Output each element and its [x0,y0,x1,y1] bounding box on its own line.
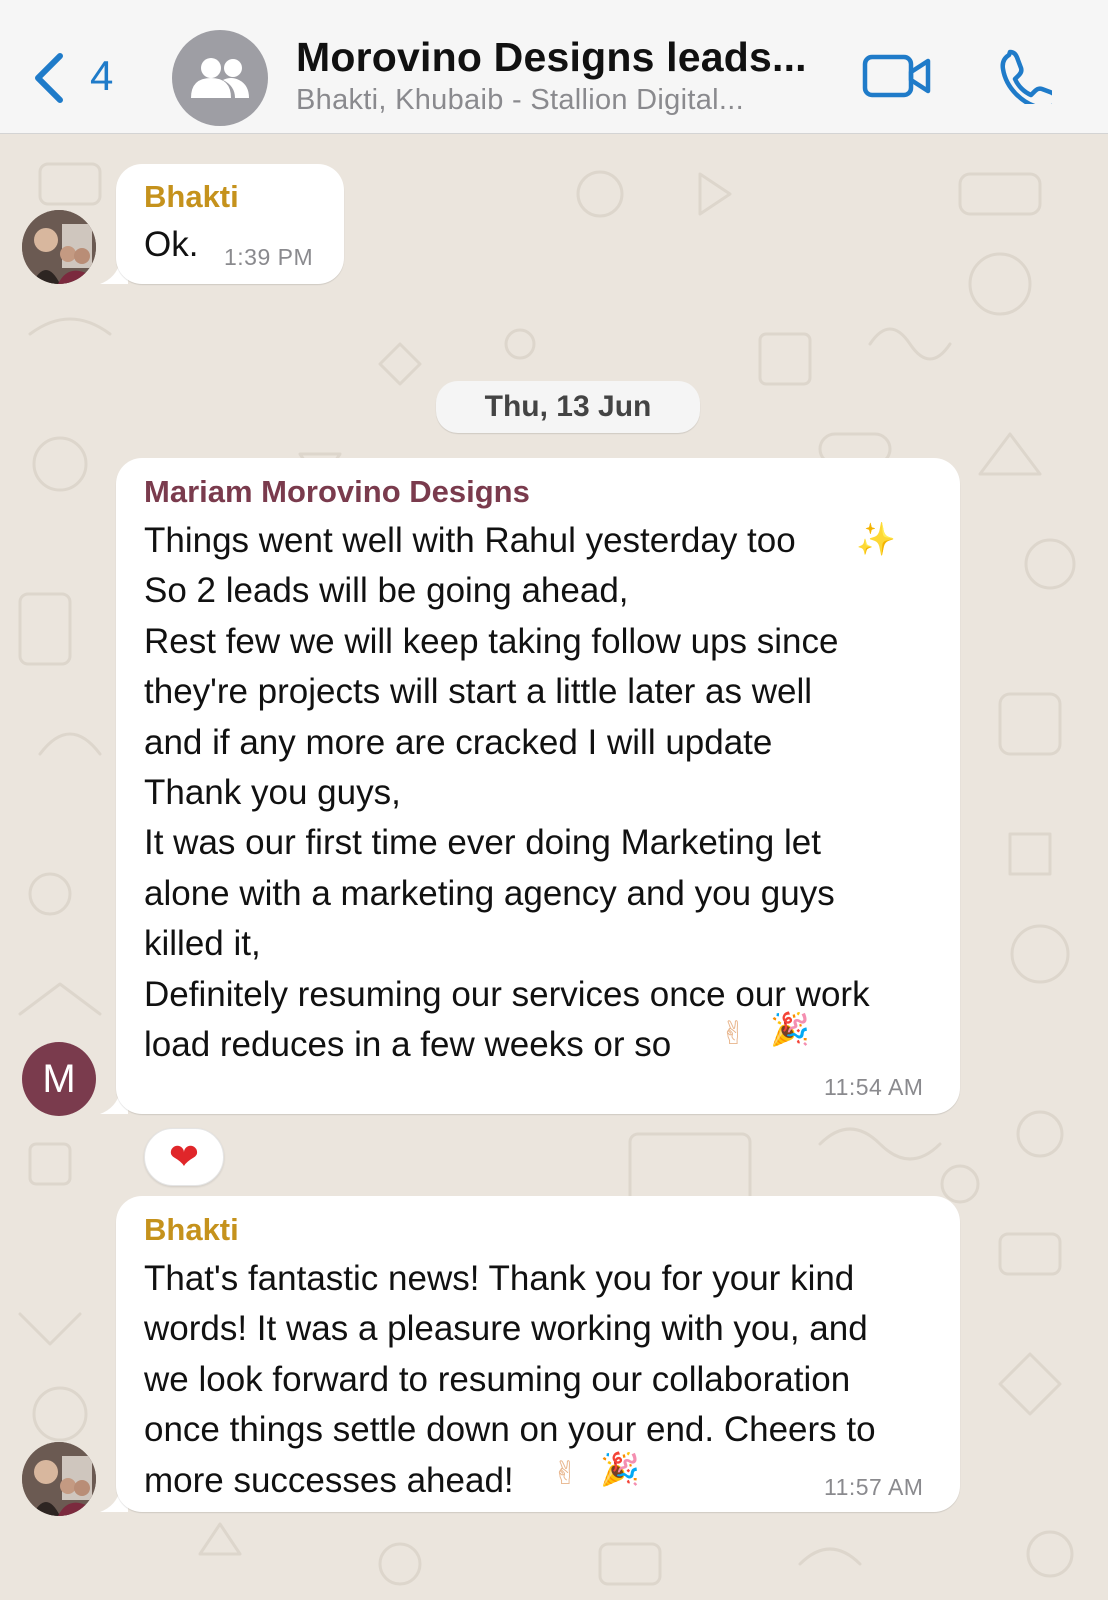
avatar-bhakti[interactable] [22,1442,96,1516]
group-photo-icon [22,1442,96,1516]
date-separator: Thu, 13 Jun [436,381,700,433]
message-bubble[interactable]: Bhakti That's fantastic news! Thank you … [116,1196,960,1512]
chat-title[interactable]: Morovino Designs leads... [296,34,807,81]
back-chevron-icon[interactable] [30,48,70,108]
peace-hand-emoji: ✌ [720,1014,747,1052]
chat-header: 4 Morovino Designs leads... Bhakti, Khub… [0,0,1108,134]
sparkles-emoji: ✨ [856,520,896,558]
heart-icon: ❤ [168,1136,200,1178]
avatar-mariam[interactable]: M [22,1042,96,1116]
phone-call-icon[interactable] [996,48,1052,104]
party-popper-emoji: 🎉 [600,1450,640,1488]
avatar-letter: M [42,1056,76,1101]
group-people-icon [191,58,249,98]
group-avatar[interactable] [172,30,268,126]
peace-hand-emoji: ✌ [552,1454,579,1492]
message-text: That's fantastic news! Thank you for you… [144,1259,876,1500]
unread-count[interactable]: 4 [90,52,113,100]
sender-name: Bhakti [144,179,239,214]
message-text: Ok. [144,225,199,264]
sender-name: Bhakti [144,1212,239,1247]
message-time: 11:54 AM [824,1074,924,1100]
message-text: Things went well with Rahul yesterday to… [144,521,870,1065]
chat-subtitle[interactable]: Bhakti, Khubaib - Stallion Digital... [296,84,744,117]
message-bubble[interactable]: Mariam Morovino Designs Things went well… [116,458,960,1114]
sender-name: Mariam Morovino Designs [144,474,530,509]
avatar-bhakti[interactable] [22,210,96,284]
video-call-icon[interactable] [862,52,932,100]
party-popper-emoji: 🎉 [770,1010,810,1048]
message-time: 1:39 PM [224,244,314,270]
message-bubble[interactable]: Bhakti Ok. 1:39 PM [116,164,344,284]
group-photo-icon [22,210,96,284]
heart-reaction[interactable]: ❤ [144,1128,224,1186]
message-time: 11:57 AM [824,1474,924,1500]
